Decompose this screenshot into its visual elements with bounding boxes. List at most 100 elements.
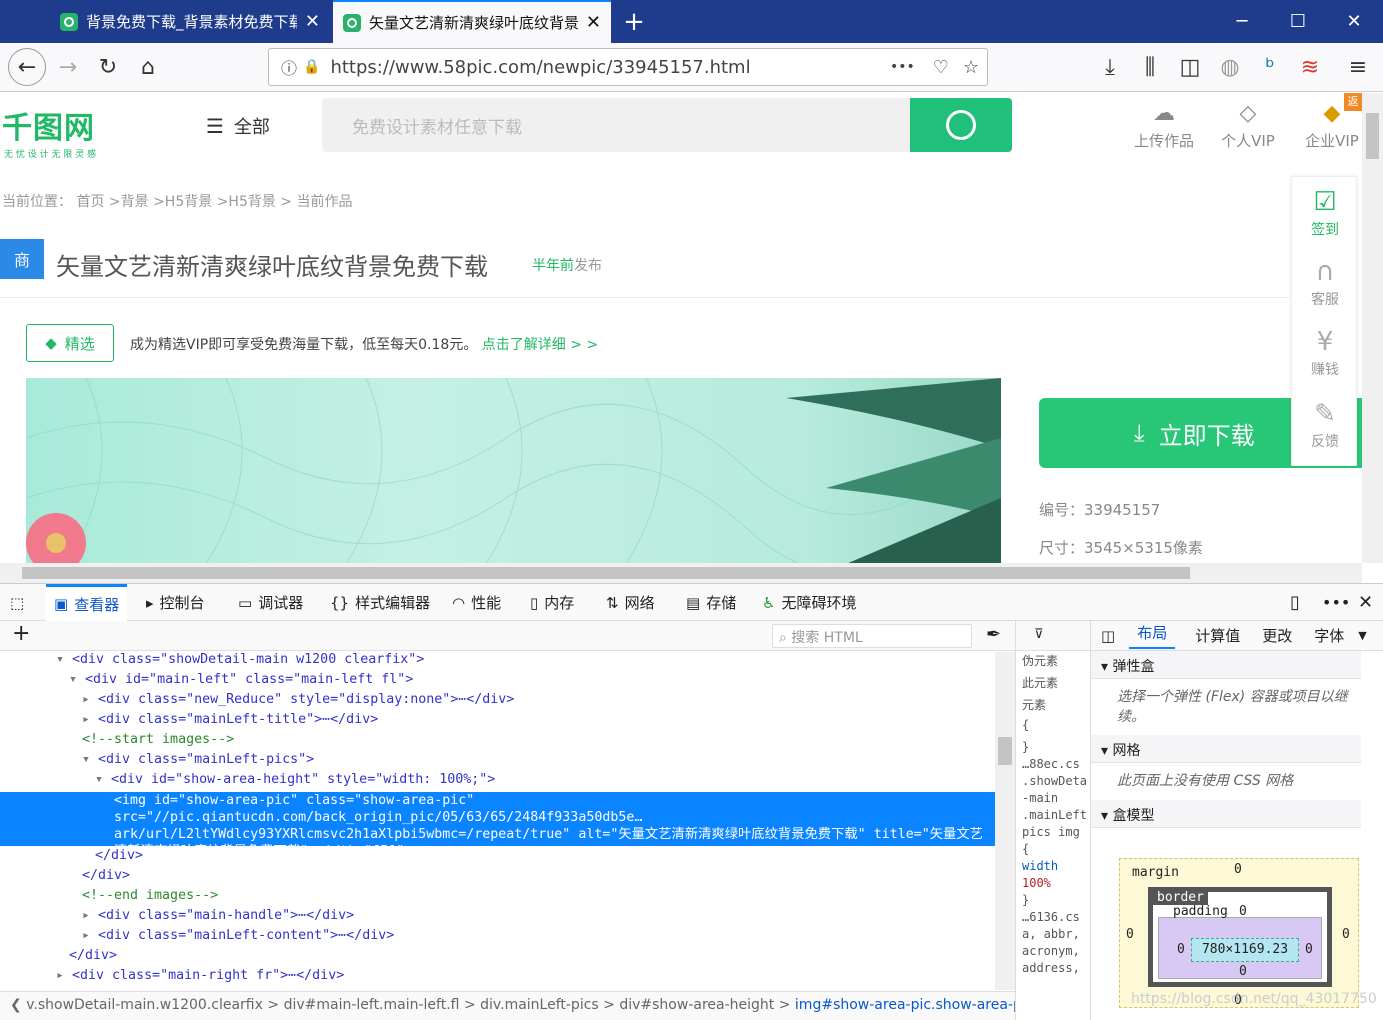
back-icon[interactable]: ←	[8, 48, 46, 86]
tab-console[interactable]: ▸ 控制台	[146, 584, 205, 621]
extension-icon[interactable]: ≋	[1292, 43, 1328, 92]
close-window-button[interactable]: ✕	[1326, 0, 1382, 43]
tab-computed[interactable]: 计算值	[1195, 625, 1240, 646]
lock-icon[interactable]: 🔒	[303, 59, 320, 75]
node-crumb[interactable]: div#show-area-height	[619, 997, 774, 1013]
new-tab-button[interactable]: +	[614, 0, 654, 43]
tab-performance[interactable]: ◠ 性能	[452, 584, 501, 621]
rule-line[interactable]: …6136.cs	[1016, 909, 1090, 926]
preview-image[interactable]	[26, 378, 1001, 563]
bing-icon[interactable]: ᵇ	[1252, 43, 1288, 92]
filter-styles-icon[interactable]: ⊽	[1016, 621, 1090, 651]
search-html-input[interactable]: ⌕ 搜索 HTML	[772, 624, 972, 648]
html-node-line[interactable]: ▸ <div class="main-handle">⋯</div>	[0, 908, 995, 928]
html-node-line[interactable]: <!--end images-->	[0, 888, 995, 908]
rule-line[interactable]: .mainLeft	[1016, 807, 1090, 824]
maximize-button[interactable]: ☐	[1270, 0, 1326, 43]
html-node-line[interactable]: </div>	[0, 848, 995, 868]
rule-line[interactable]: }	[1016, 739, 1090, 756]
expand-arrow-icon[interactable]: ▾	[69, 672, 85, 687]
scroll-thumb[interactable]	[22, 567, 1190, 579]
rule-line[interactable]: 此元素	[1016, 673, 1090, 695]
bookmark-star-icon[interactable]: ☆	[963, 57, 979, 78]
rule-line[interactable]: 100%	[1016, 875, 1090, 892]
tab-network[interactable]: ⇅ 网络	[606, 584, 655, 621]
margin-right-value[interactable]: 0	[1342, 927, 1350, 942]
eyedropper-icon[interactable]: ✒	[986, 624, 1001, 645]
rule-line[interactable]: }	[1016, 892, 1090, 909]
content-box[interactable]: 780×1169.23	[1191, 938, 1299, 962]
chevron-down-icon[interactable]: ▼	[1358, 629, 1366, 642]
expand-arrow-icon[interactable]: ▾	[82, 752, 98, 767]
globe-icon[interactable]: ◍	[1212, 43, 1248, 92]
minimize-button[interactable]: ─	[1214, 0, 1270, 43]
tab-style-editor[interactable]: {} 样式编辑器	[330, 584, 430, 621]
tab-inspector[interactable]: ▣ 查看器	[46, 584, 128, 621]
padding-right-value[interactable]: 0	[1305, 942, 1313, 957]
tab-fonts[interactable]: 字体	[1314, 625, 1344, 646]
sidebar-item-earn[interactable]: ¥ 赚钱	[1292, 327, 1358, 379]
margin-left-value[interactable]: 0	[1126, 927, 1134, 942]
sidebar-item-checkin[interactable]: ☑ 签到	[1292, 187, 1358, 239]
html-node-line[interactable]: ▸ <div class="mainLeft-title">⋯</div>	[0, 712, 995, 732]
element-picker-icon[interactable]: ⬚	[10, 584, 24, 621]
html-node-line[interactable]: </div>	[0, 868, 995, 888]
downloads-icon[interactable]: ⤓	[1092, 43, 1128, 92]
tab-accessibility[interactable]: ♿ 无障碍环境	[762, 584, 856, 621]
home-icon[interactable]: ⌂	[130, 43, 166, 92]
more-options-icon[interactable]: •••	[1322, 584, 1350, 621]
site-search-button[interactable]	[910, 98, 1012, 152]
breadcrumb[interactable]: 当前位置： 首页 >背景 >H5背景 >H5背景 > 当前作品	[2, 191, 353, 211]
close-tab-icon[interactable]: ✕	[586, 12, 601, 33]
upload-link[interactable]: ☁ 上传作品	[1124, 101, 1204, 151]
tab-debugger[interactable]: ▭ 调试器	[238, 584, 303, 621]
expand-arrow-icon[interactable]: ▸	[56, 968, 72, 983]
tab-1[interactable]: 背景免费下载_背景素材免费下载 ✕	[50, 0, 330, 43]
scroll-thumb[interactable]	[998, 737, 1012, 765]
flexbox-section[interactable]: ▾ 弹性盒	[1091, 651, 1361, 679]
toggle-sidebar-icon[interactable]: ◫	[1101, 627, 1115, 645]
expand-arrow-icon[interactable]: ▸	[82, 908, 98, 923]
tab-memory[interactable]: ▯ 内存	[530, 584, 574, 621]
node-crumb[interactable]: v.showDetail-main.w1200.clearfix	[26, 997, 263, 1013]
vip-tag[interactable]: ◆ 精选	[26, 324, 114, 362]
pocket-icon[interactable]: ♡	[933, 57, 949, 78]
grid-section[interactable]: ▾ 网格	[1091, 735, 1361, 763]
site-logo[interactable]: 千图网 无 忧 设 计 无 限 灵 感	[2, 103, 142, 160]
html-node-line[interactable]: ▾ <div class="mainLeft-pics">	[0, 752, 995, 772]
expand-arrow-icon[interactable]: ▸	[82, 712, 98, 727]
site-search-input[interactable]: 免费设计素材任意下载	[322, 98, 910, 152]
html-node-line[interactable]: ▸ <div class="main-right fr">⋯</div>	[0, 968, 995, 988]
page-actions-icon[interactable]: •••	[890, 59, 915, 75]
padding-top-value[interactable]: 0	[1239, 904, 1247, 919]
library-icon[interactable]: ⫼	[1132, 43, 1168, 92]
selected-html-node[interactable]: <img id="show-area-pic" class="show-area…	[0, 792, 995, 846]
rule-line[interactable]: .showDeta	[1016, 773, 1090, 790]
html-node-line[interactable]: </div>	[0, 948, 995, 968]
html-node-line[interactable]: ▸ <div class="new_Reduce" style="display…	[0, 692, 995, 712]
expand-arrow-icon[interactable]: ▾	[56, 652, 72, 667]
rule-line[interactable]: acronym,	[1016, 943, 1090, 960]
html-node-line[interactable]: ▾ <div id="show-area-height" style="widt…	[0, 772, 995, 792]
close-devtools-icon[interactable]: ✕	[1358, 584, 1373, 621]
sidebar-toggle-icon[interactable]: ◫	[1172, 43, 1208, 92]
add-node-icon[interactable]: +	[12, 621, 30, 646]
all-categories-menu[interactable]: ☰ 全部	[206, 113, 270, 139]
node-crumb[interactable]: div.mainLeft-pics	[480, 997, 599, 1013]
node-crumb[interactable]: div#main-left.main-left.fl	[284, 997, 460, 1013]
sidebar-item-feedback[interactable]: ✎ 反馈	[1292, 399, 1358, 451]
html-node-line[interactable]: <!--start images-->	[0, 732, 995, 752]
expand-arrow-icon[interactable]: ▾	[95, 772, 111, 787]
vip-details-link[interactable]: 点击了解详细 > >	[482, 337, 598, 353]
close-tab-icon[interactable]: ✕	[305, 11, 320, 32]
html-tree-scrollbar[interactable]	[995, 652, 1015, 990]
html-node-line[interactable]: ▾ <div id="main-left" class="main-left f…	[0, 672, 995, 692]
html-node-line[interactable]: ▸ <div class="mainLeft-content">⋯</div>	[0, 928, 995, 948]
url-bar[interactable]: ⓘ 🔒 https://www.58pic.com/newpic/3394515…	[268, 48, 988, 86]
tab-2[interactable]: 矢量文艺清新清爽绿叶底纹背景 ✕	[333, 0, 611, 43]
menu-icon[interactable]: ≡	[1340, 43, 1376, 92]
responsive-icon[interactable]: ▯	[1290, 584, 1300, 621]
page-vertical-scrollbar[interactable]	[1362, 93, 1383, 563]
sidebar-item-service[interactable]: ∩ 客服	[1292, 257, 1358, 309]
breadcrumb-back-icon[interactable]: ❮	[10, 997, 26, 1013]
